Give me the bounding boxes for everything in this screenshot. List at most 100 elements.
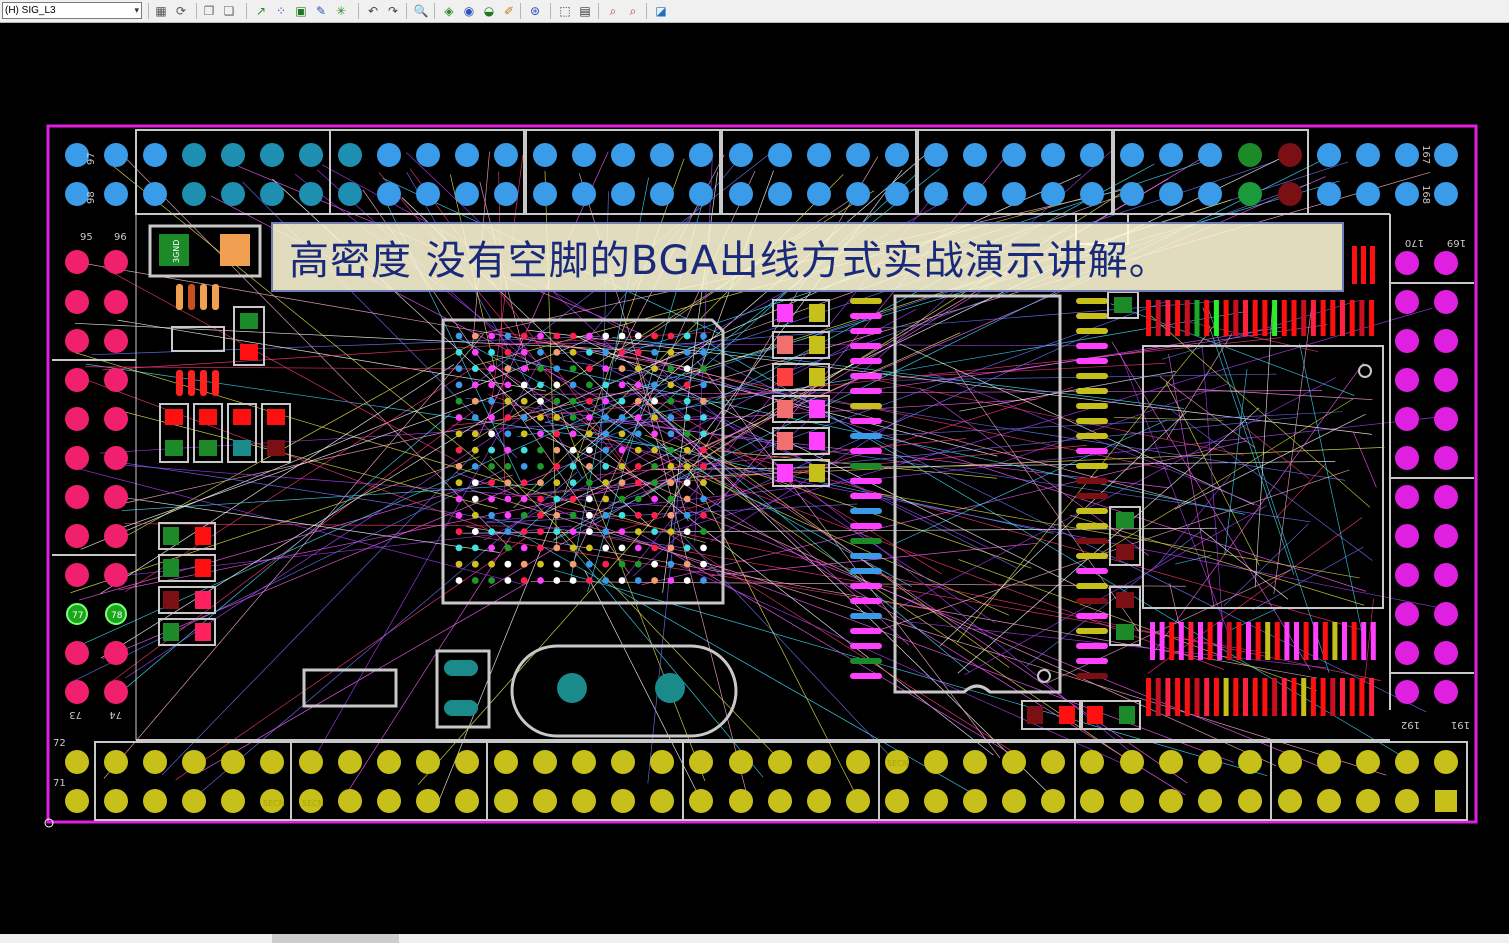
bga-ball[interactable] <box>618 528 626 535</box>
header-pad[interactable] <box>1434 143 1458 167</box>
fpc-pin[interactable] <box>1340 678 1345 716</box>
header-pad[interactable] <box>1198 143 1222 167</box>
fpc-pin[interactable] <box>1226 622 1232 660</box>
bga-ball[interactable] <box>586 528 593 535</box>
fpc-pin[interactable] <box>1320 300 1326 336</box>
header-pad[interactable] <box>1198 750 1222 774</box>
bga-ball[interactable] <box>651 577 658 584</box>
bga-ball[interactable] <box>667 381 675 389</box>
bga-ball[interactable] <box>471 479 479 487</box>
header-pad[interactable] <box>1434 251 1458 275</box>
route-button[interactable]: ↗ <box>252 2 270 19</box>
fpc-pin[interactable] <box>1340 300 1345 336</box>
bga-ball[interactable] <box>537 430 544 438</box>
chip-pin[interactable] <box>850 598 882 604</box>
bga-ball[interactable] <box>553 414 561 421</box>
header-pad[interactable] <box>65 563 89 587</box>
header-pad[interactable] <box>1041 182 1065 206</box>
bga-ball[interactable] <box>520 495 528 503</box>
header-pad[interactable] <box>924 143 948 167</box>
copy-button[interactable]: ❐ <box>200 2 218 19</box>
pcb-canvas[interactable]: 97 98 95 96 77 78 73 74 72 71 167 168 170 169 192 191 5E… <box>0 23 1509 936</box>
bga-ball[interactable] <box>504 495 512 503</box>
bga-ball[interactable] <box>471 381 479 389</box>
fpc-pin[interactable] <box>1320 678 1326 716</box>
bga-ball[interactable] <box>537 332 544 340</box>
fpc-pin[interactable] <box>1159 622 1165 660</box>
header-pad[interactable] <box>729 143 753 167</box>
find-next-button[interactable]: ⌕ <box>624 2 642 19</box>
resistor-pad[interactable] <box>200 284 207 310</box>
fpc-pin[interactable] <box>1262 300 1268 336</box>
bga-ball[interactable] <box>683 430 691 438</box>
header-pad[interactable] <box>104 329 128 353</box>
bga-ball[interactable] <box>634 414 642 421</box>
header-pad[interactable] <box>104 290 128 314</box>
fpc-pin[interactable] <box>1361 622 1367 660</box>
fpc-pin[interactable] <box>1272 300 1278 336</box>
bga-ball[interactable] <box>504 528 512 535</box>
header-pad[interactable] <box>1434 368 1458 392</box>
header-pad[interactable] <box>1278 143 1302 167</box>
component-pad[interactable] <box>267 440 285 456</box>
fpc-pin[interactable] <box>1233 678 1239 716</box>
chip-pin[interactable] <box>850 508 882 514</box>
fpc-pin[interactable] <box>1175 300 1181 336</box>
bga-ball[interactable] <box>667 511 675 519</box>
header-pad[interactable] <box>1395 143 1419 167</box>
header-pad[interactable] <box>65 250 89 274</box>
header-pad[interactable] <box>650 750 674 774</box>
bga-ball[interactable] <box>602 414 610 421</box>
header-pad[interactable] <box>104 485 128 509</box>
fpc-pin[interactable] <box>1369 678 1375 716</box>
header-pad[interactable] <box>1356 789 1380 813</box>
bga-ball[interactable] <box>602 560 610 568</box>
header-pad[interactable] <box>1238 182 1262 206</box>
header-pad[interactable] <box>1238 143 1262 167</box>
header-pad[interactable] <box>963 789 987 813</box>
bga-ball[interactable] <box>700 577 707 584</box>
chip-pin[interactable] <box>850 448 882 454</box>
bga-ball[interactable] <box>504 577 512 584</box>
bga-ball[interactable] <box>586 560 593 568</box>
bga-ball[interactable] <box>455 544 463 552</box>
bga-ball[interactable] <box>471 577 479 584</box>
chip-pin[interactable] <box>850 343 882 349</box>
header-pad[interactable] <box>299 182 323 206</box>
header-pad[interactable] <box>416 750 440 774</box>
bga-ball[interactable] <box>651 446 658 454</box>
bga-ball[interactable] <box>455 348 463 356</box>
fpc-pin[interactable] <box>1194 678 1200 716</box>
component-pad[interactable] <box>777 304 793 322</box>
bga-ball[interactable] <box>683 463 691 470</box>
fpc-pin[interactable] <box>1332 622 1338 660</box>
chip-pin[interactable] <box>850 583 882 589</box>
fpc-pin[interactable] <box>1246 622 1251 660</box>
header-pad[interactable] <box>768 143 792 167</box>
fpc-pin[interactable] <box>1281 300 1287 336</box>
bga-ball[interactable] <box>504 446 512 454</box>
bga-ball[interactable] <box>618 365 626 372</box>
component-pad[interactable] <box>777 464 793 482</box>
chip-pin[interactable] <box>850 433 882 439</box>
bga-ball[interactable] <box>569 430 577 438</box>
chip-pin[interactable] <box>1076 343 1108 349</box>
bga-ball[interactable] <box>537 577 544 584</box>
header-pad[interactable] <box>338 182 362 206</box>
header-pad[interactable] <box>611 789 635 813</box>
fpc-pin[interactable] <box>1361 246 1366 284</box>
bga-ball[interactable] <box>488 348 495 356</box>
fpc-pin[interactable] <box>1252 678 1258 716</box>
fpc-pin[interactable] <box>1204 300 1210 336</box>
fpc-pin[interactable] <box>1301 300 1307 336</box>
fpc-pin[interactable] <box>1243 300 1248 336</box>
header-pad[interactable] <box>846 182 870 206</box>
component-pad[interactable] <box>199 440 217 456</box>
header-pad[interactable] <box>689 789 713 813</box>
bga-ball[interactable] <box>667 528 675 535</box>
bga-ball[interactable] <box>553 577 561 584</box>
bga-ball[interactable] <box>618 332 626 340</box>
header-pad[interactable] <box>1434 290 1458 314</box>
bga-ball[interactable] <box>471 560 479 568</box>
bga-ball[interactable] <box>520 463 528 470</box>
